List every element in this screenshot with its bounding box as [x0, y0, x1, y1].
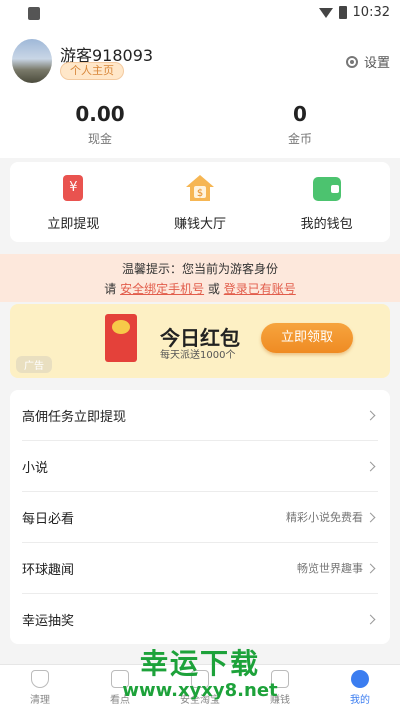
- menu-list: 高佣任务立即提现 小说 每日必看 精彩小说免费看 环球趣闻 畅览世界趣事 幸运抽…: [10, 390, 390, 644]
- tab-label: 看点: [110, 694, 130, 706]
- tab-news[interactable]: 看点: [80, 665, 160, 710]
- ad-tag: 广告: [16, 356, 52, 373]
- coin-label: 金币: [287, 132, 312, 146]
- notice-prefix: 请: [104, 282, 117, 296]
- banner-subtitle: 每天派送1000个: [160, 350, 236, 361]
- shield-icon: [31, 669, 49, 688]
- profile-icon: [351, 669, 369, 688]
- wifi-icon: [318, 7, 333, 18]
- chevron-right-icon: [365, 410, 376, 420]
- menu-item-label: 每日必看: [22, 511, 75, 527]
- avatar[interactable]: [12, 39, 52, 83]
- withdraw-button[interactable]: ¥ 立即提现: [10, 162, 137, 242]
- menu-item-high-commission[interactable]: 高佣任务立即提现: [22, 390, 378, 441]
- notification-icon: [28, 7, 40, 20]
- battery-icon: [338, 6, 347, 19]
- menu-item-label: 小说: [22, 460, 49, 476]
- tab-safe-taobao[interactable]: 安全淘宝: [160, 665, 240, 710]
- coin-stat[interactable]: 0 金币: [210, 102, 390, 147]
- earn-hall-label: 赚钱大厅: [174, 216, 227, 232]
- gear-icon: [345, 55, 358, 68]
- cash-value: 0.00: [75, 102, 125, 126]
- tab-label: 清理: [30, 694, 50, 706]
- coin-value: 0: [293, 102, 307, 126]
- bottom-tab-bar: 清理 看点 安全淘宝 赚钱 我的: [0, 664, 400, 710]
- tab-label: 赚钱: [270, 694, 290, 706]
- bind-phone-link[interactable]: 安全绑定手机号: [120, 282, 204, 296]
- settings-button[interactable]: 设置: [345, 52, 390, 71]
- withdraw-icon: ¥: [58, 173, 88, 203]
- wallet-icon: [312, 173, 342, 203]
- status-time: 10:32: [352, 5, 390, 20]
- quick-actions-card: ¥ 立即提现 $ 赚钱大厅 我的钱包: [10, 162, 390, 242]
- wallet-icon: [271, 669, 289, 688]
- menu-item-label: 幸运抽奖: [22, 614, 75, 629]
- chevron-right-icon: [365, 563, 376, 573]
- guest-notice: 温馨提示：您当前为游客身份 请 安全绑定手机号 或 登录已有账号: [0, 254, 400, 302]
- tab-earn[interactable]: 赚钱: [240, 665, 320, 710]
- red-packet-icon: [105, 314, 137, 362]
- news-icon: [111, 669, 129, 688]
- menu-item-lucky-draw[interactable]: 幸运抽奖: [22, 594, 378, 645]
- tab-label: 我的: [350, 694, 370, 706]
- wallet-shape: [312, 176, 341, 201]
- house-coin-icon: $: [185, 173, 215, 203]
- withdraw-label: 立即提现: [47, 216, 100, 232]
- earn-hall-button[interactable]: $ 赚钱大厅: [137, 162, 264, 242]
- claim-button[interactable]: 立即领取: [261, 323, 353, 353]
- coin-glyph: $: [197, 188, 203, 199]
- status-bar-right: 10:32: [318, 5, 390, 20]
- menu-item-label: 环球趣闻: [22, 562, 75, 578]
- menu-item-daily-must-see[interactable]: 每日必看 精彩小说免费看: [22, 492, 378, 543]
- status-bar: 10:32: [0, 0, 400, 28]
- settings-label: 设置: [363, 56, 390, 71]
- menu-item-subtitle: 畅览世界趣事: [297, 562, 363, 575]
- tab-me[interactable]: 我的: [320, 665, 400, 710]
- menu-item-global-news[interactable]: 环球趣闻 畅览世界趣事: [22, 543, 378, 594]
- login-link[interactable]: 登录已有账号: [224, 282, 296, 296]
- cash-label: 现金: [87, 132, 112, 146]
- notice-or: 或: [207, 282, 220, 296]
- red-packet-banner[interactable]: 今日红包 每天派送1000个 立即领取 广告: [10, 304, 390, 378]
- notice-line2: 请 安全绑定手机号 或 登录已有账号: [0, 279, 400, 299]
- tab-clean[interactable]: 清理: [0, 665, 80, 710]
- chevron-right-icon: [365, 614, 376, 625]
- menu-item-subtitle: 精彩小说免费看: [286, 511, 363, 524]
- my-wallet-button[interactable]: 我的钱包: [263, 162, 390, 242]
- cash-stat[interactable]: 0.00 现金: [10, 102, 190, 147]
- withdraw-glyph: ¥: [63, 174, 84, 201]
- menu-item-label: 高佣任务立即提现: [22, 409, 127, 425]
- chevron-right-icon: [365, 512, 376, 522]
- menu-item-novel[interactable]: 小说: [22, 441, 378, 492]
- shopping-bag-icon: [191, 669, 209, 688]
- my-wallet-label: 我的钱包: [300, 216, 353, 232]
- tab-label: 安全淘宝: [180, 694, 220, 706]
- chevron-right-icon: [365, 461, 376, 471]
- notice-line1: 温馨提示：您当前为游客身份: [121, 262, 278, 276]
- profile-header: 游客918093 个人主页 设置 0.00 现金 0 金币: [0, 28, 400, 158]
- home-page-button[interactable]: 个人主页: [60, 62, 124, 80]
